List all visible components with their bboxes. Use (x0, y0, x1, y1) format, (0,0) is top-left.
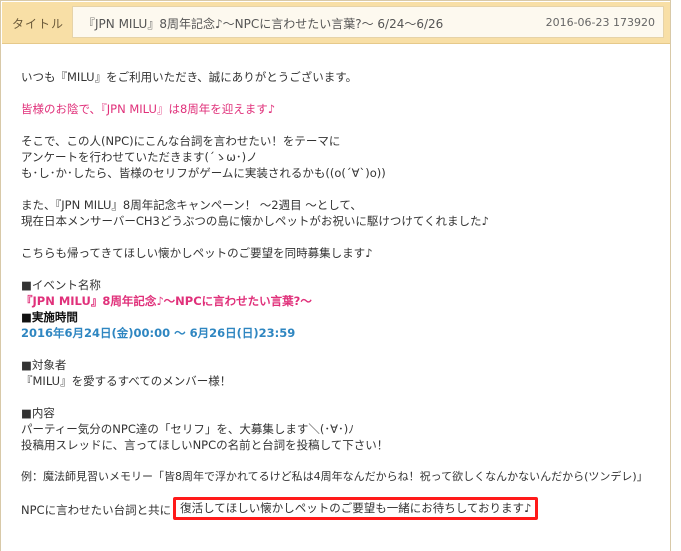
content-line-2: 投稿用スレッドに、言ってほしいNPCの名前と台詞を投稿して下さい！ (21, 438, 389, 452)
final-prefix: NPCに言わせたい台詞と共に (21, 503, 172, 517)
target-heading: ■対象者 (21, 358, 67, 372)
notice-date: 2016-06-23 173920 (545, 16, 655, 29)
survey-line-2: アンケートを行わせていただきます(´ゝω･)ノ (21, 150, 258, 164)
campaign-line-1: また、『JPN MILU』8周年記念キャンペーン！ ～2週目 ～として、 (21, 198, 362, 212)
example-text: 例：魔法師見習いメモリー「皆8周年で浮かれてるけど私は4周年なんだからね！祝って… (21, 470, 648, 483)
final-highlight: 復活してほしい懐かしペットのご要望も一緒にお待ちしております♪ (173, 497, 539, 520)
content-line-1: パーティー気分のNPC達の「セリフ」を、大募集します＼(･∀･)ﾉ (21, 422, 354, 436)
target-text: 『MILU』を愛するすべてのメンバー様！ (21, 374, 232, 388)
anniversary-text: 皆様のお陰で、『JPN MILU』は8周年を迎えます♪ (21, 102, 276, 116)
greeting-text: いつも『MILU』をご利用いただき、誠にありがとうございます。 (21, 70, 358, 84)
title-field: 『JPN MILU』8周年記念♪～NPCに言わせたい言葉?～ 6/24～6/26… (72, 6, 664, 38)
notice-panel: タイトル 『JPN MILU』8周年記念♪～NPCに言わせたい言葉?～ 6/24… (0, 0, 671, 551)
notice-title: 『JPN MILU』8周年記念♪～NPCに言わせたい言葉?～ 6/24～6/26 (83, 17, 444, 31)
campaign-line-2: 現在日本メンサーバーCH3どうぶつの島に懐かしペットがお祝いに駆けつけてくれまし… (21, 214, 489, 228)
event-period: 2016年6月24日(金)00:00 ～ 6月26日(日)23:59 (21, 326, 296, 340)
final-line: NPCに言わせたい台詞と共に 復活してほしい懐かしペットのご要望も一緒にお待ちして… (21, 497, 661, 520)
pet-request-text: こちらも帰ってきてほしい懐かしペットのご要望を同時募集します♪ (21, 246, 373, 260)
notice-body: いつも『MILU』をご利用いただき、誠にありがとうございます。 皆様のお陰で、『… (21, 69, 661, 520)
title-bar: タイトル 『JPN MILU』8周年記念♪～NPCに言わせたい言葉?～ 6/24… (2, 2, 670, 44)
title-label: タイトル (12, 17, 65, 31)
content-heading: ■内容 (21, 406, 55, 420)
survey-line-1: そこで、この人(NPC)にこんな台詞を言わせたい！をテーマに (21, 134, 341, 148)
event-name: 『JPN MILU』8周年記念♪～NPCに言わせたい言葉?～ (21, 294, 312, 308)
period-heading: ■実施時間 (21, 310, 78, 324)
survey-line-3: も･し･か･したら、皆様のセリフがゲームに実装されるかも((o(´∀`)o)) (21, 166, 386, 180)
event-name-heading: ■イベント名称 (21, 278, 101, 292)
